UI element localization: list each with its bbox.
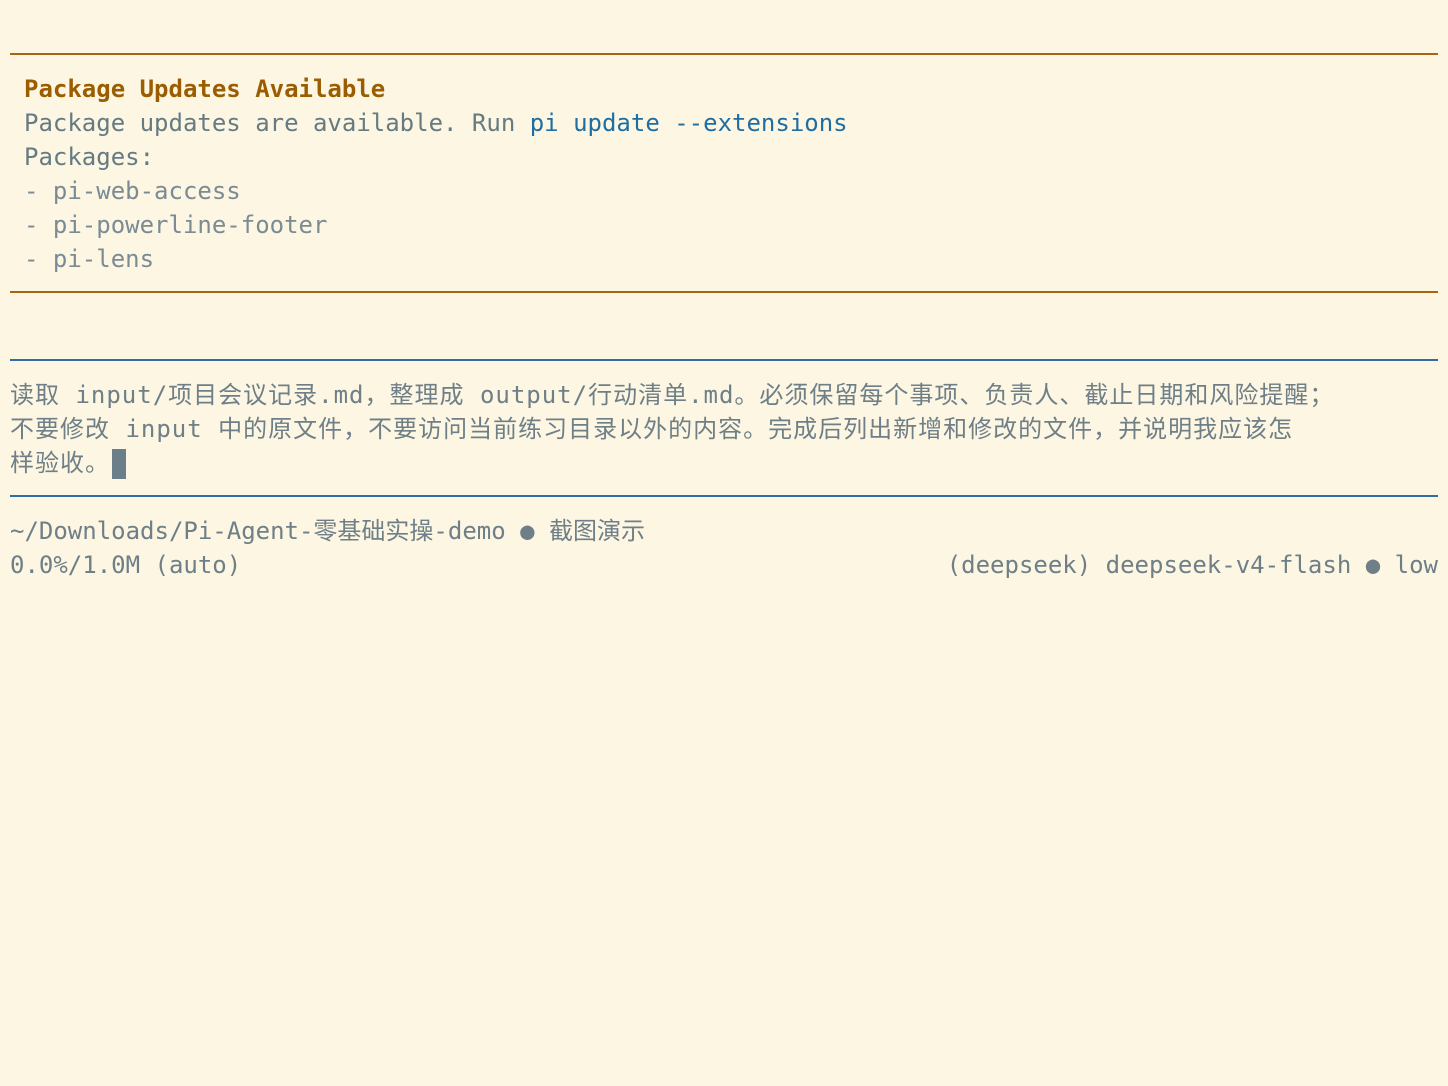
thinking-level: low bbox=[1394, 551, 1438, 579]
model-info: (deepseek) deepseek-v4-flash ● low bbox=[947, 548, 1438, 582]
provider-model: (deepseek) deepseek-v4-flash bbox=[946, 551, 1352, 579]
session-name: 截图演示 bbox=[549, 517, 646, 545]
separator-dot: ● bbox=[520, 517, 535, 545]
prompt-line: 样验收。 bbox=[10, 449, 110, 477]
separator-dot: ● bbox=[1365, 551, 1381, 579]
notice-top-rule bbox=[10, 53, 1438, 55]
notice-message: Package updates are available. Run pi up… bbox=[24, 106, 1438, 140]
notice-message-prefix: Package updates are available. Run bbox=[24, 109, 530, 137]
prompt-last-line: 样验收。 bbox=[10, 446, 1438, 480]
working-directory: ~/Downloads/Pi-Agent-零基础实操-demo bbox=[10, 517, 506, 545]
package-item: - pi-powerline-footer bbox=[24, 211, 328, 239]
editor-top-rule bbox=[10, 359, 1438, 361]
editor-bottom-rule bbox=[10, 495, 1438, 497]
packages-label: Packages: bbox=[24, 143, 155, 171]
package-item: - pi-web-access bbox=[24, 177, 241, 205]
prompt-line: 不要修改 input 中的原文件，不要访问当前练习目录以外的内容。完成后列出新增… bbox=[10, 415, 1294, 443]
update-command: pi update --extensions bbox=[529, 109, 848, 137]
prompt-line: 读取 input/项目会议记录.md，整理成 output/行动清单.md。必须… bbox=[10, 381, 1335, 409]
footer-path-line: ~/Downloads/Pi-Agent-零基础实操-demo ● 截图演示 bbox=[10, 514, 1438, 548]
notice-title: Package Updates Available bbox=[24, 75, 386, 103]
text-cursor bbox=[112, 449, 126, 479]
notice-bottom-rule bbox=[10, 291, 1438, 293]
package-item: - pi-lens bbox=[24, 245, 155, 273]
